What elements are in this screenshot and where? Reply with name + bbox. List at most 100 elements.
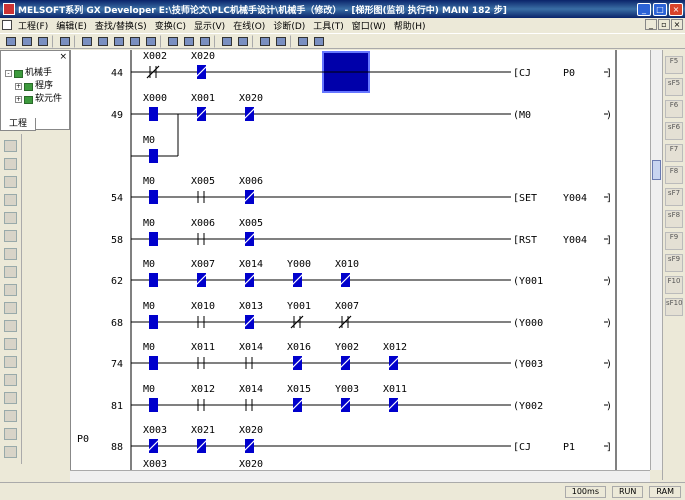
close-panel-icon[interactable]: × (59, 52, 67, 62)
ladder-diagram[interactable]: 44 X002 X020 [CJ P0] 49 X000 X001 X020 M0 (M0) 54 M0… (70, 50, 650, 480)
tool-icon-9[interactable] (4, 284, 17, 296)
ladder-symbol-button-f7[interactable]: F7 (665, 144, 683, 162)
menu-find-replace[interactable]: 查找/替换(S) (91, 19, 151, 32)
ladder-canvas[interactable]: 44 X002 X020 [CJ P0] 49 X000 X001 X020 M0 (M0) 54 M0… (71, 50, 650, 480)
menu-diagnostics[interactable]: 诊断(D) (269, 19, 309, 32)
ladder-symbol-button-sf9[interactable]: sF9 (665, 254, 683, 272)
close-button[interactable]: × (669, 2, 683, 16)
tool-icon-13[interactable] (4, 356, 17, 368)
read-from-plc-icon[interactable] (236, 35, 250, 48)
folder-icon (24, 82, 33, 91)
open-folder-icon[interactable] (20, 35, 34, 48)
step-number: 88 (111, 442, 123, 453)
tool-icon-1[interactable] (4, 140, 17, 152)
menu-project[interactable]: 工程(F) (14, 19, 52, 32)
new-file-icon[interactable] (4, 35, 18, 48)
contact-label: X012 (191, 384, 215, 395)
save-icon[interactable] (36, 35, 50, 48)
tool-icon-3[interactable] (4, 176, 17, 188)
copy-icon[interactable] (96, 35, 110, 48)
contact-label: X020 (239, 459, 263, 470)
coil-close: ] (606, 442, 612, 453)
expand-icon[interactable]: + (15, 83, 22, 90)
tool-icon-8[interactable] (4, 266, 17, 278)
write-to-plc-icon[interactable] (220, 35, 234, 48)
ladder-symbol-button-f10[interactable]: F10 (665, 276, 683, 294)
menu-help[interactable]: 帮助(H) (390, 19, 430, 32)
cut-icon[interactable] (80, 35, 94, 48)
menu-tools[interactable]: 工具(T) (309, 19, 348, 32)
tool-icon-10[interactable] (4, 302, 17, 314)
collapse-icon[interactable]: - (5, 70, 12, 77)
find-device-icon[interactable] (166, 35, 180, 48)
ladder-symbol-button-f5[interactable]: F5 (665, 56, 683, 74)
contact-label: X014 (239, 384, 263, 395)
maximize-button[interactable]: □ (653, 2, 667, 16)
ladder-symbol-button-sf10[interactable]: sF10 (665, 298, 683, 316)
undo-icon[interactable] (128, 35, 142, 48)
ladder-symbol-button-sf8[interactable]: sF8 (665, 210, 683, 228)
find-instruction-icon[interactable] (182, 35, 196, 48)
coil-close: ] (606, 68, 612, 79)
contact-label: X016 (287, 342, 311, 353)
tool-icon-5[interactable] (4, 212, 17, 224)
contact-label: X010 (335, 259, 359, 270)
tree-node-devices[interactable]: + 软元件 (5, 93, 62, 106)
tool-icon-18[interactable] (4, 446, 17, 458)
monitor-icon[interactable] (296, 35, 310, 48)
tool-icon-16[interactable] (4, 410, 17, 422)
mdi-restore-button[interactable]: ▫ (658, 19, 670, 30)
contact-label: Y000 (287, 259, 311, 270)
tool-icon-11[interactable] (4, 320, 17, 332)
contact-label: X011 (191, 342, 215, 353)
print-icon[interactable] (58, 35, 72, 48)
contact-active (149, 315, 158, 329)
contact-label: Y001 (287, 301, 311, 312)
find-step-icon[interactable] (198, 35, 212, 48)
menu-view[interactable]: 显示(V) (190, 19, 229, 32)
menu-convert[interactable]: 变换(C) (151, 19, 190, 32)
tool-icon-17[interactable] (4, 428, 17, 440)
horizontal-scrollbar[interactable] (70, 470, 650, 482)
ladder-symbol-button-f6[interactable]: F6 (665, 100, 683, 118)
tree-node-program[interactable]: + 程序 (5, 80, 62, 93)
tool-icon-12[interactable] (4, 338, 17, 350)
tab-project[interactable]: 工程 (0, 118, 36, 131)
vertical-scrollbar[interactable] (650, 50, 662, 470)
expand-icon[interactable]: + (15, 96, 22, 103)
ladder-symbol-button-sf5[interactable]: sF5 (665, 78, 683, 96)
toolbar-separator (160, 34, 164, 48)
contact-label: X006 (239, 176, 263, 187)
left-toolbar (0, 134, 22, 464)
zoom-in-icon[interactable] (258, 35, 272, 48)
title-bar: MELSOFT系列 GX Developer E:\技师论文\PLC机械手设计\… (0, 0, 685, 18)
contact-active (149, 356, 158, 370)
mdi-close-button[interactable]: × (671, 19, 683, 30)
ladder-symbol-button-f8[interactable]: F8 (665, 166, 683, 184)
monitor-stop-icon[interactable] (312, 35, 326, 48)
menu-online[interactable]: 在线(O) (229, 19, 269, 32)
tool-icon-4[interactable] (4, 194, 17, 206)
tree-node-root[interactable]: - 机械手 (5, 67, 62, 80)
contact-label: M0 (143, 176, 155, 187)
tool-icon-14[interactable] (4, 374, 17, 386)
coil-label: (Y002 (513, 401, 543, 412)
tool-icon-2[interactable] (4, 158, 17, 170)
ladder-symbol-button-sf6[interactable]: sF6 (665, 122, 683, 140)
scroll-thumb[interactable] (652, 160, 661, 180)
ladder-symbol-button-f9[interactable]: F9 (665, 232, 683, 250)
mdi-minimize-button[interactable]: _ (645, 19, 657, 30)
main-toolbar (0, 33, 685, 49)
menu-edit[interactable]: 编辑(E) (52, 19, 91, 32)
tool-icon-7[interactable] (4, 248, 17, 260)
redo-icon[interactable] (144, 35, 158, 48)
zoom-out-icon[interactable] (274, 35, 288, 48)
ladder-symbol-button-sf7[interactable]: sF7 (665, 188, 683, 206)
tool-icon-6[interactable] (4, 230, 17, 242)
toolbar-separator (252, 34, 256, 48)
paste-icon[interactable] (112, 35, 126, 48)
menu-window[interactable]: 窗口(W) (348, 19, 390, 32)
tool-icon-15[interactable] (4, 392, 17, 404)
minimize-button[interactable]: _ (637, 2, 651, 16)
coil-close: ) (606, 359, 612, 370)
